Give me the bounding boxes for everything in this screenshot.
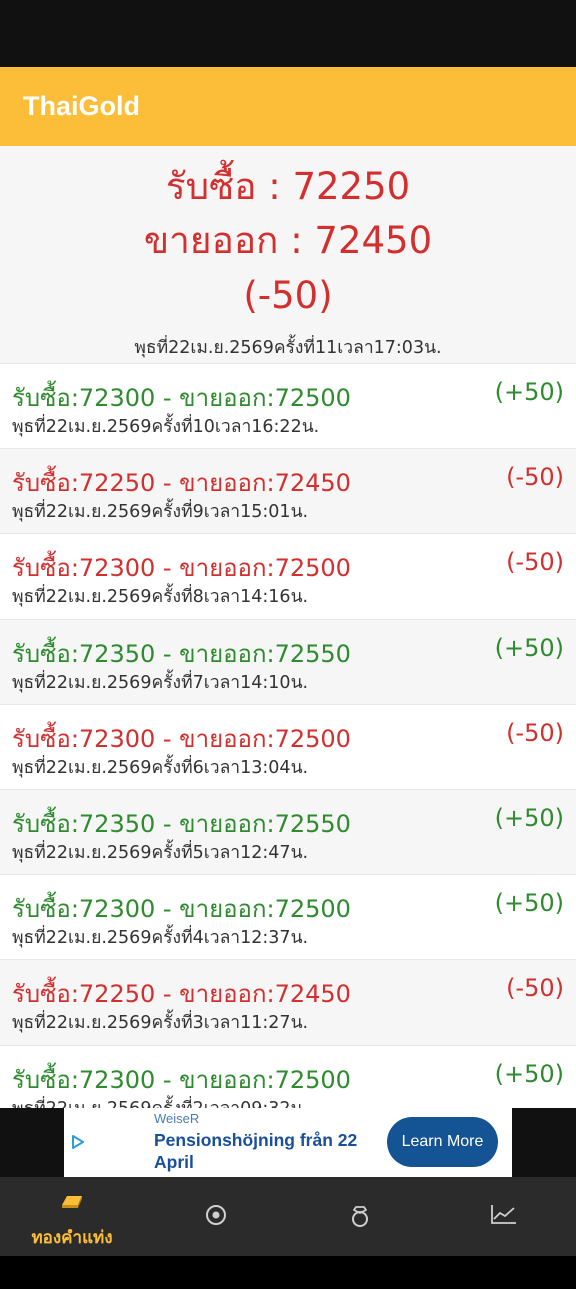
history-change: (+50) [494, 803, 564, 832]
ad-learn-more-button[interactable]: Learn More [387, 1117, 498, 1167]
current-change: (-50) [243, 274, 333, 317]
current-buy-price: รับซื้อ : 72250 [165, 165, 411, 208]
current-sell-price: ขายออก : 72450 [143, 219, 433, 262]
history-time: พุธที่22เม.ย.2569ครั้งที่3เวลา11:27น. [12, 1013, 309, 1034]
history-row[interactable]: รับซื้อ:72250 - ขายออก:72450 (-50) พุธที่2… [0, 960, 576, 1046]
history-row[interactable]: รับซื้อ:72350 - ขายออก:72550 (+50) พุธที่2… [0, 619, 576, 705]
app-title: ThaiGold [23, 91, 140, 121]
status-bar [0, 0, 576, 67]
gold-bar-icon [62, 1196, 82, 1208]
ad-play-icon[interactable] [70, 1134, 86, 1150]
bottom-navigation: ทองคำแท่ง [0, 1177, 576, 1256]
history-change: (+50) [494, 889, 564, 918]
nav-item-chart[interactable] [432, 1177, 576, 1256]
nav-item-jewelry[interactable] [288, 1177, 432, 1256]
current-price-panel: รับซื้อ : 72250 ขายออก : 72450 (-50) พุธ… [0, 146, 576, 364]
circle-dot-icon [206, 1205, 226, 1225]
history-row[interactable]: รับซื้อ:72350 - ขายออก:72550 (+50) พุธที่2… [0, 789, 576, 876]
history-change: (+50) [494, 633, 564, 662]
history-change: (-50) [506, 463, 564, 492]
history-change: (+50) [494, 1059, 564, 1088]
history-change: (-50) [506, 548, 564, 577]
price-content[interactable]: รับซื้อ : 72250 ขายออก : 72450 (-50) พุธ… [0, 146, 576, 1108]
history-time: พุธที่22เม.ย.2569ครั้งที่5เวลา12:47น. [12, 842, 309, 863]
history-time: พุธที่22เม.ย.2569ครั้งที่2เวลา09:32น. [12, 1094, 308, 1109]
current-update-time: พุธที่22เม.ย.2569ครั้งที่11เวลา17:03น. [134, 338, 442, 358]
ad-banner[interactable]: WeiseR Pensionshöjning från 22 April Lea… [0, 1108, 576, 1177]
nav-item-gold-bar[interactable]: ทองคำแท่ง [0, 1177, 144, 1256]
app-bar: ThaiGold [0, 67, 576, 146]
history-change: (-50) [506, 974, 564, 1003]
history-row[interactable]: รับซื้อ:72300 - ขายออก:72500(+50)พุธที่2… [0, 364, 576, 450]
history-row[interactable]: รับซื้อ:72300 - ขายออก:72500 (-50) พุธที่2… [0, 705, 576, 790]
history-time: พุธที่22เม.ย.2569ครั้งที่10เวลา16:22น. [12, 417, 320, 437]
ad-box[interactable]: WeiseR Pensionshöjning från 22 April Lea… [64, 1108, 512, 1177]
history-time: พุธที่22เม.ย.2569ครั้งที่6เวลา13:04น. [12, 757, 309, 778]
chart-line-icon [491, 1205, 516, 1224]
ad-advertiser: WeiseR [154, 1111, 200, 1126]
history-change: (-50) [506, 718, 564, 747]
nav-item-ornament[interactable] [144, 1177, 288, 1256]
nav-label-gold-bar: ทองคำแท่ง [31, 1228, 113, 1248]
history-time: พุธที่22เม.ย.2569ครั้งที่4เวลา12:37น. [12, 928, 309, 949]
history-time: พุธที่22เม.ย.2569ครั้งที่8เวลา14:16น. [12, 587, 309, 608]
history-time: พุธที่22เม.ย.2569ครั้งที่7เวลา14:10น. [12, 672, 309, 693]
ad-headline[interactable]: Pensionshöjning från 22 April [154, 1129, 384, 1173]
ring-icon [352, 1206, 368, 1227]
history-row[interactable]: รับซื้อ:72250 - ขายออก:72450 (-50) พุธที่2… [0, 449, 576, 535]
history-row[interactable]: รับซื้อ:72300 - ขายออก:72500 (-50) พุธที่2… [0, 534, 576, 620]
history-row[interactable]: รับซื้อ:72300 - ขายออก:72500(+50)พุธที่2… [0, 875, 576, 961]
history-row[interactable]: รับซื้อ:72300 - ขายออก:72500(+50)พุธที่2… [0, 1046, 576, 1109]
history-change: (+50) [494, 378, 564, 406]
history-time: พุธที่22เม.ย.2569ครั้งที่9เวลา15:01น. [12, 502, 309, 523]
price-history-list[interactable]: รับซื้อ:72300 - ขายออก:72500 (+50) พุธที่2… [0, 364, 576, 1108]
system-navigation-bar [0, 1256, 576, 1289]
